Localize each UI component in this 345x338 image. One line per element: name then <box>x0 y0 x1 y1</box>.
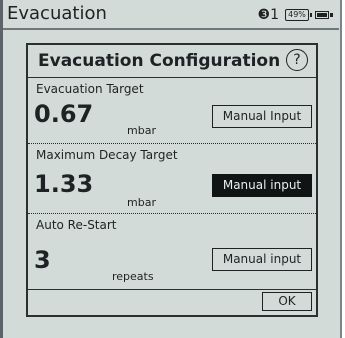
ok-button[interactable]: OK <box>262 292 312 311</box>
power-plug-icon <box>315 9 333 21</box>
max-decay-target-value: 1.33 <box>34 170 94 198</box>
section-label: Evacuation Target <box>36 82 144 96</box>
title-bar: Evacuation ❸1 49% <box>3 0 339 30</box>
battery-icon: 49% <box>285 9 312 21</box>
help-icon[interactable]: ? <box>286 49 308 71</box>
max-decay-manual-input-button[interactable]: Manual input <box>212 174 312 197</box>
unit-label: mbar <box>127 196 156 209</box>
unit-label: repeats <box>112 270 154 283</box>
evacuation-target-section: Evacuation Target 0.67 mbar Manual Input <box>28 78 316 144</box>
device-screen: Evacuation ❸1 49% Evacuation Configurati… <box>0 0 342 338</box>
status-icons: ❸1 49% <box>258 8 333 22</box>
max-decay-target-section: Maximum Decay Target 1.33 mbar Manual in… <box>28 144 316 214</box>
dialog-header: Evacuation Configuration ? <box>28 45 316 78</box>
auto-restart-manual-input-button[interactable]: Manual input <box>212 248 312 271</box>
dialog-title: Evacuation Configuration <box>38 51 281 71</box>
auto-restart-section: Auto Re-Start 3 repeats Manual input <box>28 214 316 290</box>
auto-restart-value: 3 <box>34 246 51 274</box>
section-label: Auto Re-Start <box>36 218 117 232</box>
screen-title: Evacuation <box>7 3 107 24</box>
evacuation-target-value: 0.67 <box>34 100 94 128</box>
evacuation-config-dialog: Evacuation Configuration ? Evacuation Ta… <box>26 43 318 317</box>
left-border <box>0 0 3 338</box>
evacuation-target-manual-input-button[interactable]: Manual Input <box>212 105 312 128</box>
section-label: Maximum Decay Target <box>36 148 178 162</box>
bluetooth-icon: ❸1 <box>257 7 279 23</box>
unit-label: mbar <box>127 124 156 137</box>
